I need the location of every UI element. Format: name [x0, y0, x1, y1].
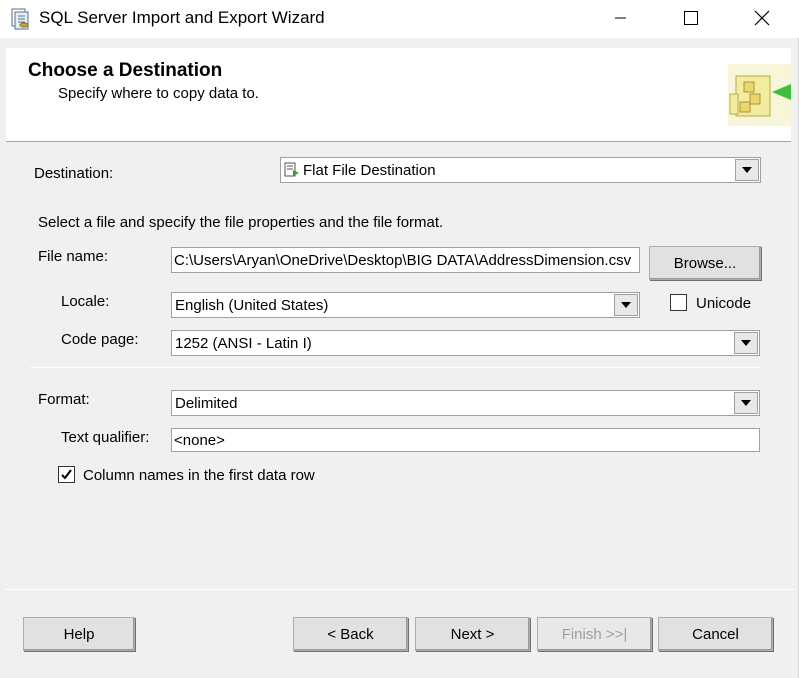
wizard-header: Choose a Destination Specify where to co… — [6, 48, 791, 142]
close-button[interactable] — [739, 0, 785, 36]
flat-file-icon — [284, 162, 300, 182]
locale-label: Locale: — [61, 293, 110, 310]
maximize-icon — [684, 11, 698, 25]
format-value: Delimited — [175, 395, 238, 412]
title-bar: SQL Server Import and Export Wizard — [0, 0, 799, 38]
chevron-down-icon[interactable] — [734, 332, 758, 354]
text-qualifier-input[interactable]: <none> — [171, 428, 760, 452]
text-qualifier-value: <none> — [174, 432, 225, 449]
column-names-checkbox[interactable] — [58, 466, 75, 483]
checkmark-icon — [61, 469, 72, 480]
browse-button[interactable]: Browse... — [649, 246, 761, 280]
destination-label: Destination: — [34, 165, 114, 182]
minimize-button[interactable] — [598, 0, 644, 36]
cancel-button[interactable]: Cancel — [658, 617, 773, 651]
chevron-down-icon[interactable] — [735, 159, 759, 181]
unicode-label: Unicode — [696, 295, 752, 312]
instructions-text: Select a file and specify the file prope… — [38, 214, 444, 231]
unicode-checkbox[interactable] — [670, 294, 687, 311]
next-button[interactable]: Next > — [415, 617, 530, 651]
text-qualifier-label: Text qualifier: — [61, 429, 150, 446]
file-name-input[interactable]: C:\Users\Aryan\OneDrive\Desktop\BIG DATA… — [171, 247, 640, 273]
locale-value: English (United States) — [175, 297, 329, 314]
divider — [30, 367, 760, 368]
finish-button[interactable]: Finish >>| — [537, 617, 652, 651]
chevron-down-icon[interactable] — [614, 294, 638, 316]
destination-graphic-icon — [728, 64, 791, 126]
close-icon — [754, 10, 770, 26]
wizard-window: SQL Server Import and Export Wizard Choo… — [0, 0, 799, 678]
column-names-label: Column names in the first data row — [83, 467, 315, 484]
format-label: Format: — [38, 391, 90, 408]
locale-select[interactable]: English (United States) — [171, 292, 640, 318]
format-select[interactable]: Delimited — [171, 390, 760, 416]
window-title: SQL Server Import and Export Wizard — [39, 8, 325, 27]
file-name-label: File name: — [38, 248, 109, 265]
chevron-down-icon[interactable] — [734, 392, 758, 414]
page-title: Choose a Destination — [28, 60, 223, 81]
back-button[interactable]: < Back — [293, 617, 408, 651]
code-page-select[interactable]: 1252 (ANSI - Latin I) — [171, 330, 760, 356]
destination-value: Flat File Destination — [303, 162, 436, 179]
wizard-app-icon — [10, 8, 30, 30]
destination-select[interactable]: Flat File Destination — [280, 157, 761, 183]
code-page-value: 1252 (ANSI - Latin I) — [175, 335, 312, 352]
minimize-icon — [615, 17, 626, 19]
code-page-label: Code page: — [61, 331, 139, 348]
help-button[interactable]: Help — [23, 617, 135, 651]
file-name-value: C:\Users\Aryan\OneDrive\Desktop\BIG DATA… — [174, 252, 632, 269]
maximize-button[interactable] — [668, 0, 714, 36]
footer-divider — [4, 589, 795, 590]
page-subtitle: Specify where to copy data to. — [58, 85, 259, 102]
